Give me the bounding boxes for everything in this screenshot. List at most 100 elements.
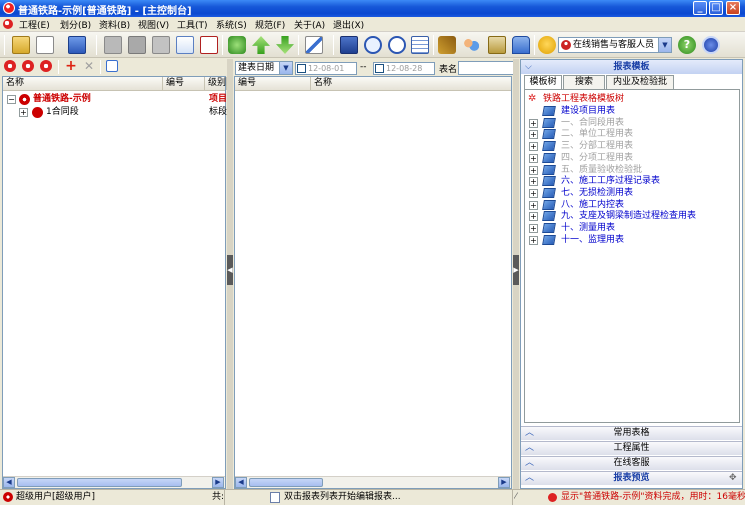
column-name[interactable]: 名称	[3, 77, 163, 90]
date-field-select[interactable]: 建表日期 ▼	[235, 61, 293, 75]
expand-toggle[interactable]: +	[529, 235, 538, 245]
collapse-left-icon[interactable]: ◀	[227, 255, 233, 285]
maximize-button[interactable]: □	[709, 1, 723, 15]
column-name[interactable]: 名称	[311, 77, 511, 90]
export-icon[interactable]	[488, 36, 506, 54]
app-menu-icon[interactable]	[3, 19, 13, 29]
tree-item[interactable]: + 十、测量用表	[527, 222, 737, 234]
report-list-icon[interactable]	[340, 36, 358, 54]
users-icon[interactable]	[462, 36, 480, 54]
tree-item[interactable]: 建设项目用表	[527, 105, 737, 117]
tools-icon[interactable]	[438, 36, 456, 54]
project-icon[interactable]	[4, 60, 16, 72]
open-folder-icon[interactable]	[12, 36, 30, 54]
right-splitter[interactable]: ▶	[513, 59, 519, 489]
date-to-checkbox[interactable]	[375, 64, 384, 73]
move-up-icon[interactable]	[252, 36, 270, 54]
chevron-down-icon[interactable]: ▼	[658, 38, 671, 52]
expand-toggle[interactable]: +	[529, 142, 538, 152]
date-to-field[interactable]: 12-08-28	[373, 62, 435, 75]
tree-row-section[interactable]: + 1合同段 标段	[5, 106, 227, 118]
collapse-toggle[interactable]: −	[7, 95, 16, 104]
tree-item[interactable]: + 五、质量验收检验批	[527, 164, 737, 176]
left-splitter[interactable]: ◀	[227, 59, 233, 489]
clock-icon[interactable]	[388, 36, 406, 54]
smiley-icon[interactable]	[538, 36, 556, 54]
help-icon[interactable]: ?	[678, 36, 696, 54]
cut-icon[interactable]	[152, 36, 170, 54]
app-icon[interactable]	[3, 2, 15, 14]
copy-icon[interactable]	[176, 36, 194, 54]
user-settings-icon[interactable]	[512, 36, 530, 54]
table-icon[interactable]	[411, 36, 429, 54]
menu-view[interactable]: 视图(V)	[138, 18, 169, 31]
expand-toggle[interactable]: +	[19, 108, 28, 117]
left-horizontal-scrollbar[interactable]: ◀ ▶	[3, 476, 225, 488]
tree-item[interactable]: + 三、分部工程用表	[527, 140, 737, 152]
scroll-thumb[interactable]	[17, 478, 182, 487]
column-code[interactable]: 编号	[235, 77, 311, 90]
menu-system[interactable]: 系统(S)	[216, 18, 247, 31]
new-file-icon[interactable]	[36, 36, 54, 54]
collapse-right-icon[interactable]: ▶	[513, 255, 519, 285]
date-from-checkbox[interactable]	[297, 64, 306, 73]
expand-toggle[interactable]: +	[529, 188, 538, 198]
expand-toggle[interactable]: +	[529, 130, 538, 140]
menu-project[interactable]: 工程(E)	[19, 18, 50, 31]
expand-toggle[interactable]: +	[529, 165, 538, 175]
scroll-left-icon[interactable]: ◀	[3, 477, 15, 488]
menu-about[interactable]: 关于(A)	[294, 18, 325, 31]
date-from-field[interactable]: 12-08-01	[295, 62, 357, 75]
search-icon[interactable]	[364, 36, 382, 54]
expand-toggle[interactable]: +	[529, 177, 538, 187]
tree-item[interactable]: + 四、分项工程用表	[527, 152, 737, 164]
title-bar[interactable]: 普通铁路-示例[普通铁路] - [主控制台] _ □ ×	[0, 0, 745, 17]
accordion-common-forms[interactable]: ︿ 常用表格	[521, 426, 742, 440]
expand-toggle[interactable]: +	[529, 153, 538, 163]
power-icon[interactable]	[702, 36, 720, 54]
delete-icon[interactable]	[200, 36, 218, 54]
tree-item[interactable]: + 一、合同段用表	[527, 117, 737, 129]
accordion-project-attributes[interactable]: ︿ 工程属性	[521, 441, 742, 455]
expand-toggle[interactable]: +	[529, 118, 538, 128]
copy-icon[interactable]	[106, 60, 118, 72]
edit-icon[interactable]	[305, 36, 323, 54]
tree-item[interactable]: + 二、单位工程用表	[527, 128, 737, 140]
remove-icon[interactable]: ✕	[82, 59, 96, 73]
tree-row-project[interactable]: − 普通铁路-示例 项目	[5, 93, 227, 105]
pin-icon[interactable]: ✥	[729, 472, 737, 485]
minimize-button[interactable]: _	[693, 1, 707, 15]
tree-root[interactable]: ✲ 铁路工程表格模板树	[527, 93, 737, 105]
tab-inspection-batch[interactable]: 内业及检验批	[606, 75, 674, 89]
move-down-icon[interactable]	[276, 36, 294, 54]
menu-tools[interactable]: 工具(T)	[177, 18, 208, 31]
tree-item[interactable]: + 十一、监理用表	[527, 234, 737, 246]
tab-search[interactable]: 搜索	[563, 75, 605, 89]
section-icon[interactable]	[22, 60, 34, 72]
scroll-right-icon[interactable]: ▶	[498, 477, 510, 488]
menu-data[interactable]: 资料(B)	[99, 18, 130, 31]
print-icon[interactable]	[128, 36, 146, 54]
scroll-thumb[interactable]	[249, 478, 323, 487]
scroll-right-icon[interactable]: ▶	[212, 477, 224, 488]
document-icon[interactable]	[104, 36, 122, 54]
scroll-left-icon[interactable]: ◀	[235, 477, 247, 488]
save-icon[interactable]	[68, 36, 86, 54]
tree-item[interactable]: + 九、支座及钢梁制造过程检查用表	[527, 210, 737, 222]
accordion-online-service[interactable]: ︿ 在线客服	[521, 456, 742, 470]
tab-template-tree[interactable]: 模板树	[524, 75, 562, 90]
accordion-report-preview[interactable]: ︿ 报表预览 ✥	[521, 471, 742, 485]
unit-icon[interactable]	[40, 60, 52, 72]
table-name-input[interactable]	[458, 61, 516, 75]
column-level[interactable]: 级别	[205, 77, 227, 90]
chevron-down-icon[interactable]: ▼	[279, 62, 292, 74]
tree-item[interactable]: + 七、无损检测用表	[527, 187, 737, 199]
menu-divide[interactable]: 划分(B)	[60, 18, 91, 31]
refresh-icon[interactable]	[228, 36, 246, 54]
tree-item[interactable]: + 六、施工工序过程记录表	[527, 175, 737, 187]
expand-toggle[interactable]: +	[529, 224, 538, 233]
template-panel-header[interactable]: ⌵ 报表模板	[521, 60, 742, 74]
menu-standard[interactable]: 规范(F)	[255, 18, 285, 31]
expand-toggle[interactable]: +	[529, 200, 538, 210]
online-user-select[interactable]: 在线销售与客服人员 ▼	[558, 37, 672, 53]
